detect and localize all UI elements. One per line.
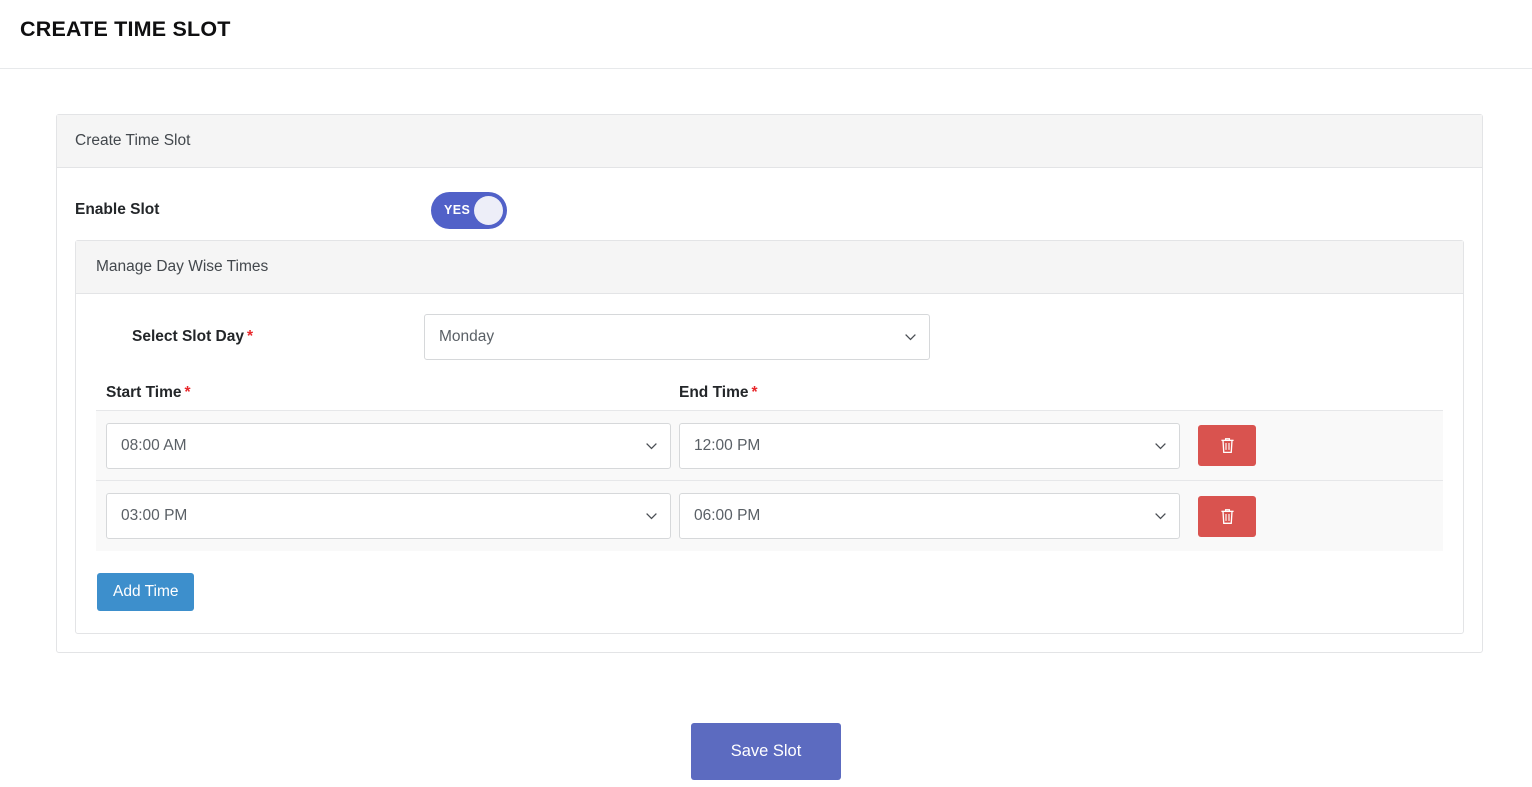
end-time-value: 06:00 PM [694, 507, 761, 524]
page-title: CREATE TIME SLOT [20, 17, 231, 41]
end-time-column-label: End Time [679, 384, 749, 401]
actions-column-header [1198, 384, 1443, 402]
inner-card-body: Select Slot Day * Monday Start Time * End … [76, 294, 1463, 633]
enable-slot-label: Enable Slot [75, 201, 160, 218]
delete-time-row-button[interactable] [1198, 495, 1256, 537]
trash-icon [1220, 508, 1234, 524]
add-time-button[interactable]: Add Time [97, 573, 195, 611]
required-asterisk: * [184, 384, 191, 401]
inner-card-header: Manage Day Wise Times [76, 241, 1463, 294]
start-time-cell: 08:00 AM [96, 422, 679, 469]
toggle-knob [474, 195, 503, 225]
page-header: CREATE TIME SLOT [0, 0, 1532, 69]
card-header-title: Create Time Slot [75, 132, 191, 149]
row-actions-cell [1198, 495, 1443, 537]
start-time-cell: 03:00 PM [96, 493, 679, 539]
chevron-down-icon [646, 513, 657, 520]
end-time-dropdown[interactable]: 12:00 PM [679, 422, 1180, 469]
card-header: Create Time Slot [57, 115, 1482, 168]
row-actions-cell [1198, 425, 1443, 466]
chevron-down-icon [1155, 442, 1166, 449]
select-slot-day-dropdown[interactable]: Monday [424, 314, 930, 360]
chevron-down-icon [646, 442, 657, 449]
enable-slot-toggle-label: YES [444, 203, 471, 217]
trash-icon [1220, 438, 1234, 453]
end-time-dropdown[interactable]: 06:00 PM [679, 493, 1180, 539]
save-slot-footer: Save Slot [0, 723, 1532, 780]
enable-slot-toggle[interactable]: YES [431, 191, 507, 229]
chevron-down-icon [1155, 513, 1166, 520]
end-time-cell: 06:00 PM [679, 493, 1198, 539]
select-slot-day-label: Select Slot Day * [96, 328, 424, 346]
create-time-slot-page: CREATE TIME SLOT Create Time Slot Enable… [0, 0, 1532, 787]
end-time-value: 12:00 PM [694, 436, 761, 454]
create-time-slot-card: Create Time Slot Enable Slot YES Manage … [56, 114, 1483, 653]
start-time-dropdown[interactable]: 03:00 PM [106, 493, 671, 539]
select-slot-day-value: Monday [439, 328, 495, 345]
select-slot-day-row: Select Slot Day * Monday [96, 314, 1443, 360]
start-time-column-label: Start Time [106, 384, 182, 401]
table-row: 03:00 PM 06:00 PM [96, 481, 1443, 551]
start-time-value: 08:00 AM [121, 436, 187, 454]
start-time-column-header: Start Time * [96, 384, 679, 402]
start-time-value: 03:00 PM [121, 507, 188, 524]
table-row: 08:00 AM 12:00 PM [96, 411, 1443, 481]
card-body: Enable Slot YES Manage Day Wise Times Se… [57, 168, 1482, 652]
chevron-down-icon [905, 334, 916, 341]
select-slot-day-label-text: Select Slot Day [132, 328, 244, 345]
required-asterisk: * [751, 384, 758, 401]
inner-card-header-title: Manage Day Wise Times [96, 258, 269, 275]
manage-day-wise-times-card: Manage Day Wise Times Select Slot Day * M… [75, 240, 1464, 634]
enable-slot-row: Enable Slot YES [75, 184, 1464, 236]
delete-time-row-button[interactable] [1198, 425, 1256, 466]
required-asterisk: * [247, 328, 254, 345]
time-table-header: Start Time * End Time * [96, 384, 1443, 411]
end-time-column-header: End Time * [679, 384, 1198, 402]
save-slot-button[interactable]: Save Slot [691, 723, 841, 780]
start-time-dropdown[interactable]: 08:00 AM [106, 422, 671, 469]
end-time-cell: 12:00 PM [679, 422, 1198, 469]
